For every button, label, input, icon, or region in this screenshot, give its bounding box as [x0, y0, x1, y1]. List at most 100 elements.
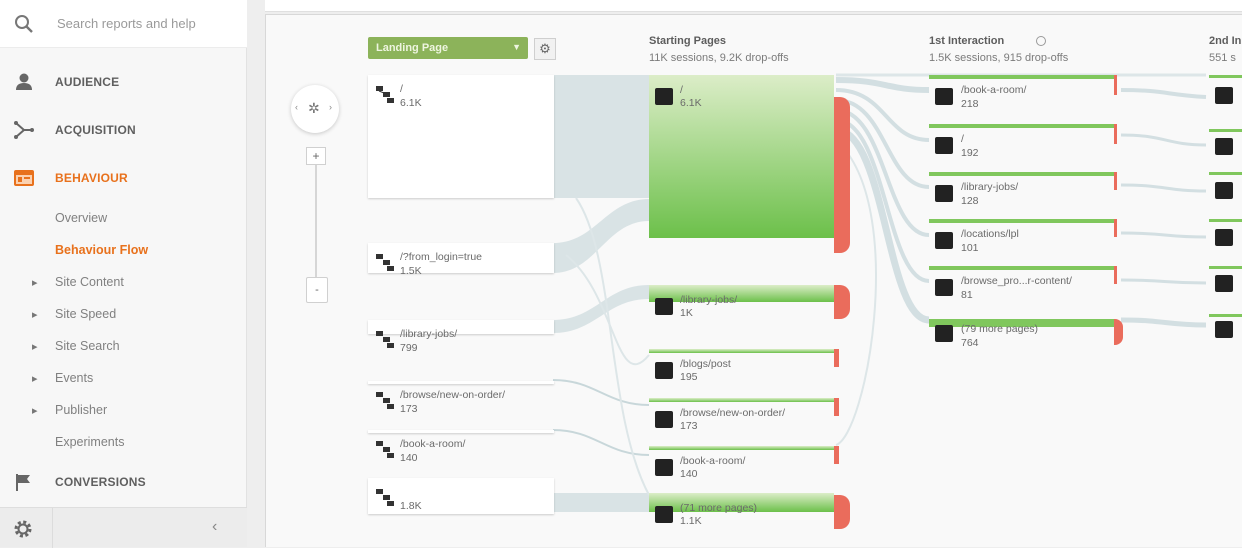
page-icon [1215, 229, 1233, 246]
landing-node[interactable]: /book-a-room/ 140 [368, 430, 554, 464]
landing-node[interactable]: / 6.1K [368, 75, 554, 198]
landing-node[interactable]: /library-jobs/ 799 [368, 320, 554, 354]
interaction-node-bar[interactable] [1209, 266, 1242, 269]
interaction-node-bar[interactable] [929, 124, 1114, 128]
starting-page-node[interactable]: /library-jobs/ 1K [649, 285, 834, 319]
column-subtitle-second: 551 s [1209, 52, 1236, 64]
dropoff-indicator[interactable] [834, 398, 839, 416]
dropoff-indicator[interactable] [1114, 172, 1117, 190]
interaction-node-bar[interactable] [1209, 172, 1242, 175]
collapse-sidebar-icon[interactable]: ‹ [212, 518, 217, 536]
flag-icon [16, 474, 30, 491]
search-input[interactable]: Search reports and help [57, 16, 196, 31]
pan-right-icon[interactable]: › [329, 102, 332, 112]
sub-publisher[interactable]: ▸ Publisher [0, 396, 247, 424]
starting-page-node[interactable]: / 6.1K [649, 75, 834, 238]
interaction-node-name[interactable]: / [961, 133, 964, 145]
zoom-track[interactable] [315, 165, 317, 277]
interaction-node-bar[interactable] [929, 75, 1114, 79]
expand-arrow-icon: ▸ [32, 277, 38, 289]
page-icon [1215, 138, 1233, 155]
page-icon [655, 459, 673, 476]
interaction-node-bar[interactable] [1209, 219, 1242, 222]
dimension-select-label: Landing Page [376, 42, 449, 54]
gear-icon: ⚙ [539, 41, 551, 56]
interaction-node-name[interactable]: /library-jobs/ [961, 181, 1018, 193]
page-icon [935, 325, 953, 342]
sub-experiments[interactable]: Experiments [0, 428, 247, 456]
zoom-slider-handle[interactable]: - [306, 277, 328, 303]
interaction-node-bar[interactable] [1209, 75, 1242, 78]
nav-acquisition[interactable]: ACQUISITION [0, 110, 247, 150]
starting-page-node[interactable]: (71 more pages) 1.1K [649, 493, 834, 527]
pan-center-icon[interactable]: ✲ [308, 100, 320, 117]
dropoff-indicator[interactable] [1114, 319, 1123, 345]
dropoff-indicator[interactable] [1114, 266, 1117, 284]
search-icon [15, 15, 33, 33]
top-tab [265, 0, 620, 12]
interaction-node-value: 764 [961, 337, 979, 349]
page-icon [935, 137, 953, 154]
behaviour-icon [14, 170, 34, 186]
interaction-node-value: 128 [961, 195, 979, 207]
column-subtitle-starting: 11K sessions, 9.2K drop-offs [649, 52, 789, 64]
dropoff-indicator[interactable] [1114, 75, 1117, 95]
page-icon [935, 232, 953, 249]
sidebar: Search reports and help AUDIENCE ACQUISI… [0, 0, 247, 548]
sub-events[interactable]: ▸ Events [0, 364, 247, 392]
dropoff-indicator[interactable] [834, 285, 850, 319]
expand-arrow-icon: ▸ [32, 405, 38, 417]
sub-site-search[interactable]: ▸ Site Search [0, 332, 247, 360]
nav-behaviour[interactable]: BEHAVIOUR [0, 158, 247, 198]
sub-behaviour-flow[interactable]: Behaviour Flow [0, 236, 247, 264]
hierarchy-icon [376, 489, 394, 506]
page-icon [935, 88, 953, 105]
nav-label: ACQUISITION [55, 123, 136, 137]
starting-page-node[interactable]: /book-a-room/ 140 [649, 446, 834, 480]
interaction-node-name[interactable]: /browse_pro...r-content/ [961, 275, 1072, 287]
sub-site-content[interactable]: ▸ Site Content [0, 268, 247, 296]
sub-overview[interactable]: Overview [0, 204, 247, 232]
dropoff-indicator[interactable] [834, 495, 850, 529]
page-icon [655, 506, 673, 523]
landing-node[interactable]: /?from_login=true 1.5K [368, 243, 554, 277]
pan-left-icon[interactable]: ‹ [295, 102, 298, 112]
landing-node[interactable]: 1.8K [368, 478, 554, 514]
sub-site-speed[interactable]: ▸ Site Speed [0, 300, 247, 328]
dropoff-indicator[interactable] [834, 349, 839, 367]
dropoff-indicator[interactable] [834, 446, 839, 464]
interaction-node-name[interactable]: (79 more pages) [961, 323, 1038, 335]
zoom-in-button[interactable]: + [306, 147, 326, 165]
nav-audience[interactable]: AUDIENCE [0, 62, 247, 102]
interaction-node-bar[interactable] [929, 266, 1114, 270]
landing-node[interactable]: /browse/new-on-order/ 173 [368, 381, 554, 415]
interaction-node-bar[interactable] [1209, 314, 1242, 317]
dropoff-indicator[interactable] [1114, 124, 1117, 144]
page-icon [1215, 87, 1233, 104]
dimension-settings-button[interactable]: ⚙ [534, 38, 556, 60]
column-subtitle-first: 1.5K sessions, 915 drop-offs [929, 52, 1069, 64]
acquisition-icon [14, 121, 34, 139]
column-title-starting: Starting Pages [649, 35, 727, 47]
expand-arrow-icon: ▸ [32, 373, 38, 385]
interaction-node-bar[interactable] [929, 172, 1114, 176]
page-icon [935, 279, 953, 296]
nav-conversions[interactable]: CONVERSIONS [0, 462, 247, 502]
nav-label: AUDIENCE [55, 75, 120, 89]
hierarchy-icon [376, 392, 394, 409]
dropoff-indicator[interactable] [834, 97, 850, 253]
expand-arrow-icon: ▸ [32, 341, 38, 353]
interaction-node-bar[interactable] [1209, 129, 1242, 132]
starting-page-node[interactable]: /browse/new-on-order/ 173 [649, 398, 834, 432]
interaction-node-name[interactable]: /locations/lpl [961, 228, 1019, 240]
info-icon[interactable] [1036, 36, 1046, 46]
interaction-node-bar[interactable] [929, 219, 1114, 223]
interaction-node-name[interactable]: /book-a-room/ [961, 84, 1026, 96]
gear-icon[interactable] [12, 518, 34, 540]
dropoff-indicator[interactable] [1114, 219, 1117, 237]
search-bar[interactable]: Search reports and help [0, 0, 247, 48]
flow-canvas[interactable]: ‹ ✲ › + - Landing Page ▼ ⚙ Starting Page… [265, 14, 1242, 547]
dimension-select[interactable]: Landing Page ▼ [368, 37, 528, 59]
pan-control[interactable]: ‹ ✲ › [291, 85, 339, 133]
starting-page-node[interactable]: /blogs/post 195 [649, 349, 834, 383]
